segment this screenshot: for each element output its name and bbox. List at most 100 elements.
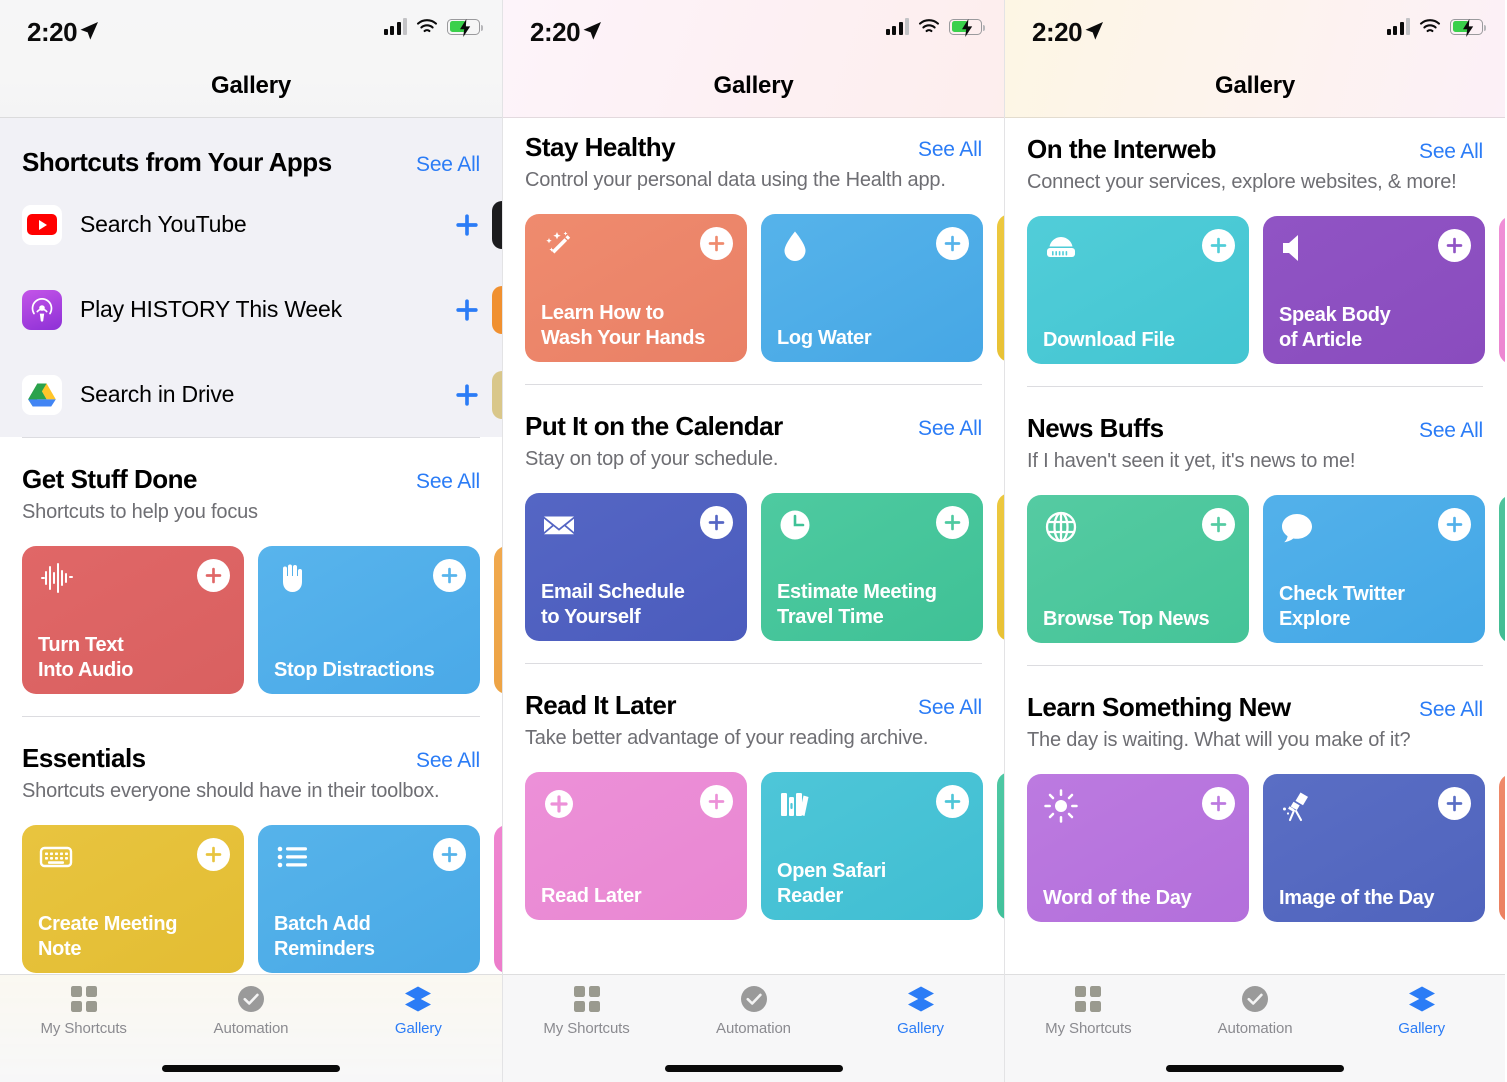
shortcut-card-title: Read Later bbox=[541, 884, 642, 907]
shortcut-card-row[interactable]: Word of the Day Image of the Day bbox=[1005, 752, 1505, 922]
section-title: Shortcuts from Your Apps bbox=[22, 147, 332, 177]
add-shortcut-button[interactable] bbox=[936, 785, 969, 818]
shortcut-card-peek[interactable] bbox=[997, 493, 1004, 641]
clock-icon bbox=[777, 507, 813, 543]
add-shortcut-button[interactable] bbox=[1202, 508, 1235, 541]
shortcut-card-row[interactable]: Learn How to Wash Your Hands Log Water bbox=[503, 192, 1004, 362]
tab-my-shortcuts[interactable]: My Shortcuts bbox=[503, 975, 670, 1051]
home-indicator[interactable] bbox=[162, 1065, 340, 1072]
tab-my-shortcuts[interactable]: My Shortcuts bbox=[1005, 975, 1172, 1051]
section-header: On the Interweb See All Connect your servi… bbox=[1005, 118, 1505, 194]
shortcut-card[interactable]: Check Twitter Explore bbox=[1263, 495, 1485, 643]
scroll-content[interactable]: Shortcuts from Your Apps See All Search Yo… bbox=[0, 118, 502, 1082]
tab-label: My Shortcuts bbox=[40, 1020, 127, 1037]
shortcut-card-peek[interactable] bbox=[997, 214, 1004, 362]
shortcut-card[interactable]: Browse Top News bbox=[1027, 495, 1249, 643]
shortcut-card-peek[interactable] bbox=[494, 825, 502, 973]
shortcut-card[interactable]: Email Schedule to Yourself bbox=[525, 493, 747, 641]
see-all-link[interactable]: See All bbox=[908, 138, 982, 162]
location-arrow-icon bbox=[581, 20, 603, 42]
add-shortcut-button[interactable] bbox=[1202, 229, 1235, 262]
wifi-icon bbox=[416, 18, 438, 35]
shortcut-card[interactable]: Stop Distractions bbox=[258, 546, 480, 694]
add-shortcut-button[interactable] bbox=[1438, 787, 1471, 820]
add-shortcut-button[interactable] bbox=[1438, 229, 1471, 262]
add-shortcut-button[interactable] bbox=[936, 506, 969, 539]
shortcut-card[interactable]: Estimate Meeting Travel Time bbox=[761, 493, 983, 641]
home-indicator[interactable] bbox=[664, 1065, 843, 1072]
tab-gallery[interactable]: Gallery bbox=[837, 975, 1004, 1051]
add-shortcut-button[interactable] bbox=[433, 838, 466, 871]
add-shortcut-button[interactable] bbox=[1202, 787, 1235, 820]
section-subtitle: Connect your services, explore websites,… bbox=[1027, 171, 1457, 193]
page-title: Gallery bbox=[211, 72, 291, 99]
add-shortcut-button[interactable] bbox=[433, 559, 466, 592]
shortcut-card-peek[interactable] bbox=[494, 546, 502, 694]
app-shortcut-row[interactable]: Search in Drive bbox=[0, 352, 502, 437]
tab-automation[interactable]: Automation bbox=[1172, 975, 1339, 1051]
tab-label: Automation bbox=[716, 1020, 791, 1037]
app-shortcut-row[interactable]: Play HISTORY This Week bbox=[0, 267, 502, 352]
shortcut-card-peek[interactable] bbox=[997, 772, 1004, 920]
shortcut-card[interactable]: Batch Add Reminders bbox=[258, 825, 480, 973]
shortcut-card[interactable]: Download File bbox=[1027, 216, 1249, 364]
shortcut-card-row[interactable]: Email Schedule to Yourself Estimate Meetin… bbox=[503, 471, 1004, 641]
add-shortcut-button[interactable] bbox=[454, 382, 480, 408]
shortcut-card[interactable]: Turn Text Into Audio bbox=[22, 546, 244, 694]
add-shortcut-button[interactable] bbox=[700, 506, 733, 539]
add-shortcut-button[interactable] bbox=[197, 838, 230, 871]
see-all-link[interactable]: See All bbox=[406, 470, 480, 494]
shortcut-card-peek[interactable] bbox=[1499, 774, 1505, 922]
shortcut-card[interactable]: Open Safari Reader bbox=[761, 772, 983, 920]
home-indicator[interactable] bbox=[1166, 1065, 1344, 1072]
stacked-layers-icon bbox=[403, 984, 433, 1014]
add-shortcut-button[interactable] bbox=[1438, 508, 1471, 541]
scroll-content[interactable]: On the Interweb See All Connect your servi… bbox=[1005, 118, 1505, 1082]
shortcut-card-peek[interactable] bbox=[1499, 216, 1505, 364]
see-all-link[interactable]: See All bbox=[406, 153, 480, 177]
shortcut-card-peek[interactable] bbox=[492, 370, 502, 419]
tab-gallery[interactable]: Gallery bbox=[335, 975, 502, 1051]
see-all-link[interactable]: See All bbox=[1409, 140, 1483, 164]
add-shortcut-button[interactable] bbox=[454, 212, 480, 238]
shortcut-card-row[interactable]: Turn Text Into Audio Stop Distractions bbox=[0, 524, 502, 694]
tab-label: My Shortcuts bbox=[543, 1020, 630, 1037]
scroll-content[interactable]: Stay Healthy See All Control your personal… bbox=[503, 118, 1004, 1082]
shortcut-card[interactable]: Read Later bbox=[525, 772, 747, 920]
tab-my-shortcuts[interactable]: My Shortcuts bbox=[0, 975, 167, 1051]
see-all-link[interactable]: See All bbox=[908, 417, 982, 441]
keyboard-icon bbox=[38, 839, 74, 875]
add-shortcut-button[interactable] bbox=[936, 227, 969, 260]
section-subtitle: If I haven't seen it yet, it's news to m… bbox=[1027, 450, 1356, 472]
section-title: Essentials bbox=[22, 743, 146, 773]
see-all-link[interactable]: See All bbox=[1409, 419, 1483, 443]
tab-automation[interactable]: Automation bbox=[670, 975, 837, 1051]
shortcut-card-row[interactable]: Read Later Open Safari Reader bbox=[503, 750, 1004, 920]
add-shortcut-button[interactable] bbox=[454, 297, 480, 323]
shortcut-card-row[interactable]: Create Meeting Note Batch Add Reminders bbox=[0, 803, 502, 973]
shortcut-card[interactable]: Image of the Day bbox=[1263, 774, 1485, 922]
add-shortcut-button[interactable] bbox=[700, 227, 733, 260]
shortcut-card-row[interactable]: Browse Top News Check Twitter Explore bbox=[1005, 473, 1505, 643]
shortcut-card-peek[interactable] bbox=[492, 200, 502, 249]
tab-automation[interactable]: Automation bbox=[167, 975, 334, 1051]
shortcut-card[interactable]: Word of the Day bbox=[1027, 774, 1249, 922]
see-all-link[interactable]: See All bbox=[406, 749, 480, 773]
shortcut-card-title: Image of the Day bbox=[1279, 886, 1435, 909]
see-all-link[interactable]: See All bbox=[908, 696, 982, 720]
add-shortcut-button[interactable] bbox=[197, 559, 230, 592]
shortcut-card[interactable]: Learn How to Wash Your Hands bbox=[525, 214, 747, 362]
app-shortcut-row[interactable]: Search YouTube bbox=[0, 182, 502, 267]
shortcut-card[interactable]: Speak Body of Article bbox=[1263, 216, 1485, 364]
add-shortcut-button[interactable] bbox=[700, 785, 733, 818]
sun-icon bbox=[1043, 788, 1079, 824]
shortcut-card-peek[interactable] bbox=[492, 285, 502, 334]
shortcut-card[interactable]: Log Water bbox=[761, 214, 983, 362]
shortcut-card-row[interactable]: Download File Speak Body of Article bbox=[1005, 194, 1505, 364]
shortcut-card-title: Turn Text Into Audio bbox=[38, 634, 134, 681]
tab-gallery[interactable]: Gallery bbox=[1338, 975, 1505, 1051]
shortcut-card-peek[interactable] bbox=[1499, 495, 1505, 643]
see-all-link[interactable]: See All bbox=[1409, 698, 1483, 722]
section-subtitle: Take better advantage of your reading ar… bbox=[525, 727, 929, 749]
shortcut-card[interactable]: Create Meeting Note bbox=[22, 825, 244, 973]
